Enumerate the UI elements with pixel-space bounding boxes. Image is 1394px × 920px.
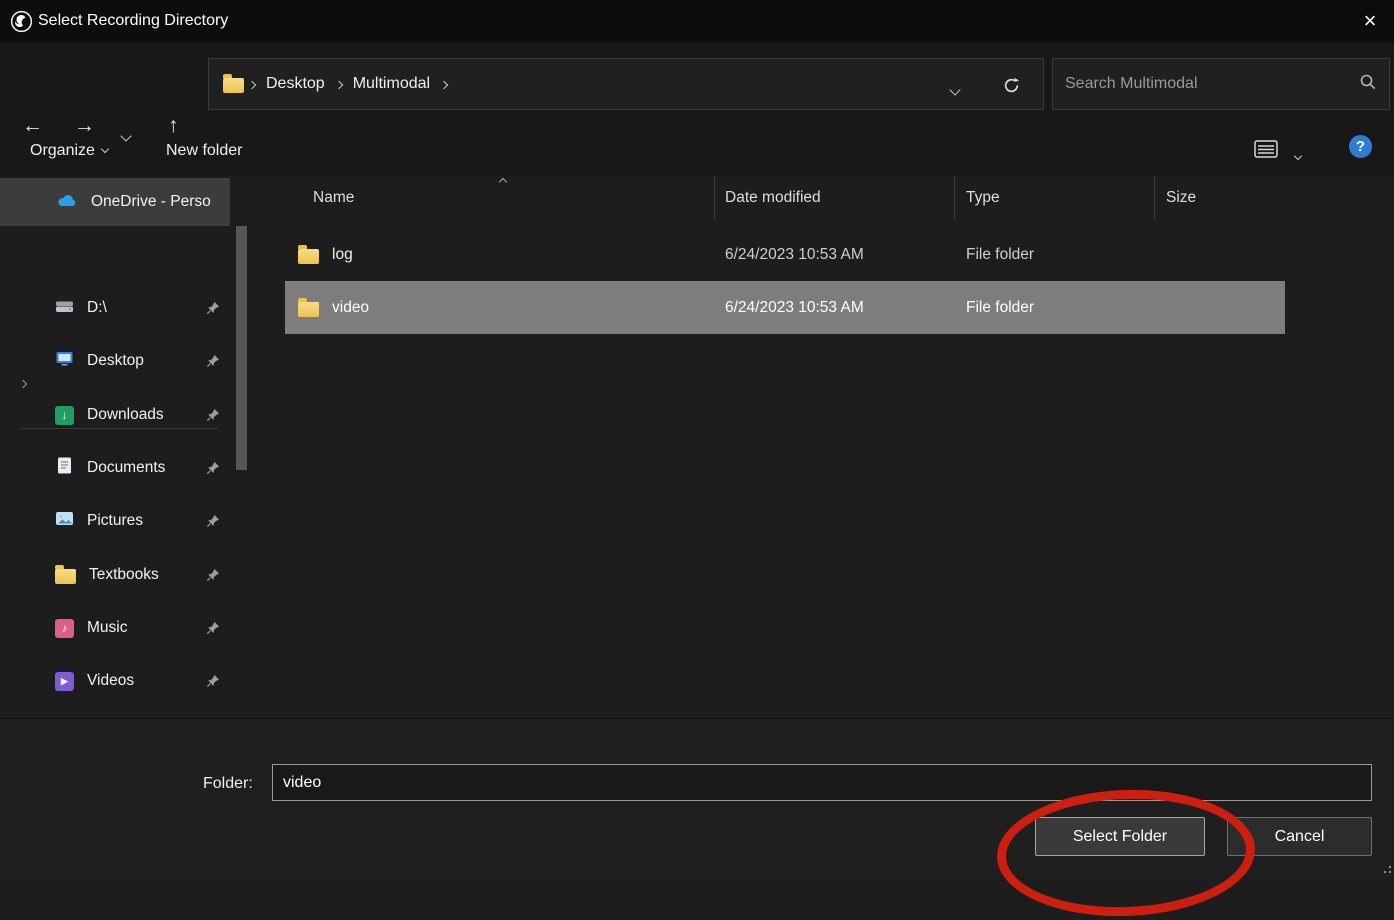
refresh-button[interactable] xyxy=(1002,76,1021,100)
select-folder-label: Select Folder xyxy=(1073,828,1167,846)
obs-logo-icon xyxy=(10,10,33,33)
breadcrumb-item-multimodal[interactable]: Multimodal xyxy=(353,75,430,93)
file-row-log[interactable]: log 6/24/2023 10:53 AM File folder xyxy=(285,228,1285,281)
folder-icon xyxy=(55,569,76,584)
breadcrumb-separator-icon xyxy=(249,75,255,93)
new-folder-label: New folder xyxy=(166,142,242,160)
folder-icon xyxy=(298,302,319,317)
sidebar-item-videos[interactable]: ▶ Videos xyxy=(0,655,232,707)
search-input[interactable] xyxy=(1053,75,1359,93)
sidebar-item-music[interactable]: ♪ Music xyxy=(0,602,232,654)
sidebar-item-label: Pictures xyxy=(87,512,143,530)
file-row-video[interactable]: video 6/24/2023 10:53 AM File folder xyxy=(285,281,1285,334)
pin-icon[interactable] xyxy=(206,514,220,533)
sidebar-item-downloads[interactable]: ↓ Downloads xyxy=(0,389,232,441)
pin-icon[interactable] xyxy=(206,461,220,480)
recent-locations-dropdown[interactable] xyxy=(122,120,130,148)
sidebar-item-d-drive[interactable]: D:\ xyxy=(0,282,232,334)
column-header-date-modified[interactable]: Date modified xyxy=(715,176,955,220)
file-date-modified: 6/24/2023 10:53 AM xyxy=(715,299,955,317)
file-date-modified: 6/24/2023 10:53 AM xyxy=(715,246,955,264)
title-bar: Select Recording Directory xyxy=(0,0,1394,42)
sidebar-item-label: Textbooks xyxy=(89,566,159,584)
sidebar-item-textbooks[interactable]: Textbooks xyxy=(0,549,232,601)
sidebar-item-documents[interactable]: Documents xyxy=(0,442,232,494)
search-icon xyxy=(1359,73,1377,96)
close-button[interactable]: × xyxy=(1346,0,1394,42)
close-icon: × xyxy=(1364,8,1377,34)
select-folder-button[interactable]: Select Folder xyxy=(1035,817,1205,856)
navigation-chrome: ← → ↑ Desktop Multimodal Organize xyxy=(0,42,1394,176)
view-options-dropdown[interactable] xyxy=(1295,146,1301,164)
sidebar-item-desktop[interactable]: Desktop xyxy=(0,335,232,387)
column-header-type[interactable]: Type xyxy=(955,176,1155,220)
address-bar[interactable]: Desktop Multimodal xyxy=(208,58,1044,110)
desktop-icon xyxy=(55,349,74,373)
sidebar-item-label: Music xyxy=(87,619,127,637)
sidebar-item-onedrive[interactable]: OneDrive - Perso xyxy=(0,178,230,226)
refresh-icon xyxy=(1002,76,1021,95)
sidebar-item-label: Videos xyxy=(87,672,134,690)
change-view-button[interactable] xyxy=(1253,138,1279,165)
column-header-name[interactable]: Name xyxy=(285,176,715,220)
breadcrumb-item-desktop[interactable]: Desktop xyxy=(266,75,325,93)
organize-menu-button[interactable]: Organize xyxy=(30,134,108,168)
pin-icon[interactable] xyxy=(206,301,220,320)
file-name: log xyxy=(332,246,353,264)
help-icon: ? xyxy=(1356,138,1365,155)
sidebar-item-pictures[interactable]: Pictures xyxy=(0,495,232,547)
resize-grip[interactable] xyxy=(1379,861,1391,873)
help-button[interactable]: ? xyxy=(1349,135,1372,158)
videos-icon: ▶ xyxy=(55,672,74,691)
new-folder-button[interactable]: New folder xyxy=(166,134,242,168)
sidebar-item-label: OneDrive - Perso xyxy=(91,193,211,211)
breadcrumb-folder-icon xyxy=(223,78,244,93)
file-list: log 6/24/2023 10:53 AM File folder video… xyxy=(285,228,1285,334)
file-type: File folder xyxy=(955,299,1155,317)
chevron-down-icon xyxy=(1294,152,1302,160)
breadcrumb-separator-icon xyxy=(441,75,447,93)
sidebar-item-label: Documents xyxy=(87,459,165,477)
cancel-label: Cancel xyxy=(1275,828,1325,846)
search-box[interactable] xyxy=(1052,58,1390,110)
list-view-icon xyxy=(1253,138,1279,160)
sort-ascending-icon xyxy=(499,178,507,186)
sidebar-item-label: Downloads xyxy=(87,406,164,424)
pin-icon[interactable] xyxy=(206,354,220,373)
file-name: video xyxy=(332,299,369,317)
window-title: Select Recording Directory xyxy=(38,12,228,30)
folder-name-input[interactable] xyxy=(272,764,1372,801)
cancel-button[interactable]: Cancel xyxy=(1227,817,1372,856)
music-icon: ♪ xyxy=(55,619,74,638)
pin-icon[interactable] xyxy=(206,674,220,693)
sidebar-item-label: Desktop xyxy=(87,352,144,370)
address-dropdown-button[interactable] xyxy=(951,81,959,99)
organize-label: Organize xyxy=(30,142,95,160)
pin-icon[interactable] xyxy=(206,408,220,427)
chevron-down-icon xyxy=(949,84,960,95)
file-type: File folder xyxy=(955,246,1155,264)
folder-label: Folder: xyxy=(203,775,253,793)
chevron-down-icon xyxy=(120,130,131,141)
file-list-header: Name Date modified Type Size xyxy=(285,176,1285,220)
breadcrumb-separator-icon xyxy=(336,75,342,93)
downloads-icon: ↓ xyxy=(55,406,74,425)
pictures-icon xyxy=(55,509,74,533)
documents-icon xyxy=(55,456,74,480)
sidebar-scrollbar-thumb[interactable] xyxy=(236,226,247,470)
sidebar-item-label: D:\ xyxy=(87,299,107,317)
pin-icon[interactable] xyxy=(206,568,220,587)
column-header-size[interactable]: Size xyxy=(1155,176,1285,220)
onedrive-cloud-icon xyxy=(56,192,78,213)
folder-icon xyxy=(298,249,319,264)
drive-icon xyxy=(55,296,74,320)
chevron-down-icon xyxy=(101,144,109,152)
pin-icon[interactable] xyxy=(206,621,220,640)
